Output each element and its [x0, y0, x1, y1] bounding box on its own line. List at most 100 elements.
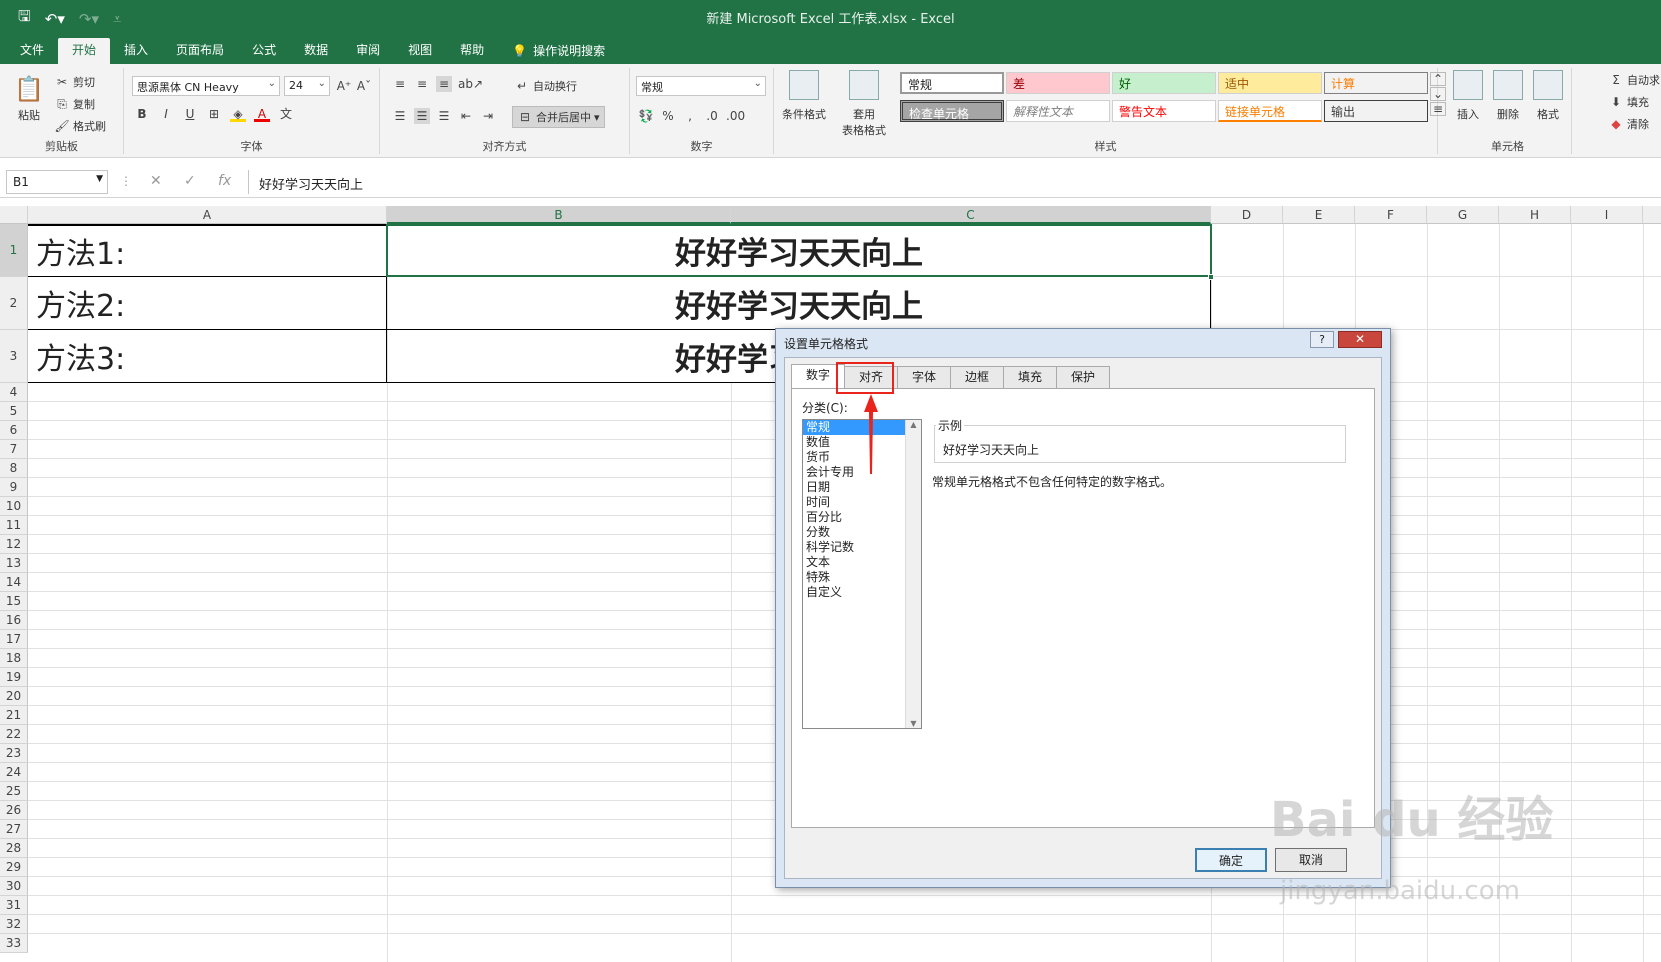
help-button[interactable]: ?	[1310, 331, 1334, 348]
decrease-font-button[interactable]: Aˇ	[356, 78, 372, 94]
fill-button[interactable]: ⬇ 填充	[1608, 94, 1649, 110]
category-item[interactable]: 常规	[803, 420, 905, 435]
tab-home[interactable]: 开始	[58, 38, 111, 64]
tab-border[interactable]: 边框	[950, 366, 1004, 388]
row-header-3[interactable]: 3	[0, 330, 28, 383]
function-icon[interactable]: fx	[218, 173, 231, 189]
row-header-11[interactable]: 11	[0, 516, 28, 535]
style-bad[interactable]: 差	[1006, 72, 1110, 94]
row-header-1[interactable]: 1	[0, 224, 28, 277]
cut-button[interactable]: ✂ 剪切	[54, 74, 95, 90]
tab-protection[interactable]: 保护	[1056, 366, 1110, 388]
row-header-10[interactable]: 10	[0, 497, 28, 516]
row-header-16[interactable]: 16	[0, 611, 28, 630]
row-header-27[interactable]: 27	[0, 820, 28, 839]
row-header-25[interactable]: 25	[0, 782, 28, 801]
row-header-6[interactable]: 6	[0, 421, 28, 440]
category-item[interactable]: 分数	[803, 525, 921, 540]
align-middle-icon[interactable]: ≡	[414, 76, 430, 92]
conditional-format-button[interactable]: 条件格式	[778, 70, 830, 122]
format-cells-button[interactable]: 格式	[1530, 70, 1566, 122]
tell-me-search[interactable]: 💡 操作说明搜索	[498, 38, 619, 64]
category-item[interactable]: 科学记数	[803, 540, 921, 555]
tab-file[interactable]: 文件	[6, 38, 58, 64]
increase-decimal-icon[interactable]: .0	[704, 108, 720, 124]
column-header-e[interactable]: E	[1283, 206, 1355, 224]
row-header-17[interactable]: 17	[0, 630, 28, 649]
enter-icon[interactable]: ✓	[184, 173, 196, 189]
row-header-2[interactable]: 2	[0, 277, 28, 330]
style-normal[interactable]: 常规	[900, 72, 1004, 94]
row-header-24[interactable]: 24	[0, 763, 28, 782]
category-item[interactable]: 数值	[803, 435, 921, 450]
ok-button[interactable]: 确定	[1195, 848, 1267, 872]
currency-icon[interactable]: 💱	[638, 108, 654, 124]
category-item[interactable]: 特殊	[803, 570, 921, 585]
row-header-31[interactable]: 31	[0, 896, 28, 915]
category-item[interactable]: 货币	[803, 450, 921, 465]
tab-font[interactable]: 字体	[897, 366, 951, 388]
align-center-icon[interactable]: ☰	[414, 108, 430, 124]
style-explanatory[interactable]: 解释性文本	[1006, 100, 1110, 122]
row-header-8[interactable]: 8	[0, 459, 28, 478]
wrap-text-button[interactable]: ↵ 自动换行	[514, 78, 577, 94]
row-header-14[interactable]: 14	[0, 573, 28, 592]
column-header-b[interactable]: B	[387, 206, 731, 224]
category-list[interactable]: 常规 数值 货币 会计专用 日期 时间 百分比 分数 科学记数 文本 特殊 自定…	[802, 419, 922, 729]
delete-cells-button[interactable]: 删除	[1490, 70, 1526, 122]
category-item[interactable]: 百分比	[803, 510, 921, 525]
style-neutral[interactable]: 适中	[1218, 72, 1322, 94]
tab-review[interactable]: 审阅	[342, 38, 394, 64]
row-header-5[interactable]: 5	[0, 402, 28, 421]
align-left-icon[interactable]: ☰	[392, 108, 408, 124]
row-header-18[interactable]: 18	[0, 649, 28, 668]
category-item[interactable]: 自定义	[803, 585, 921, 600]
row-header-7[interactable]: 7	[0, 440, 28, 459]
number-format-select[interactable]: 常规 ⌄	[636, 76, 766, 96]
tab-formulas[interactable]: 公式	[238, 38, 290, 64]
column-header-f[interactable]: F	[1355, 206, 1427, 224]
column-header-c[interactable]: C	[731, 206, 1211, 224]
increase-font-button[interactable]: A⁺	[336, 78, 352, 94]
font-color-icon[interactable]: A	[254, 106, 270, 122]
style-linked-cell[interactable]: 链接单元格	[1218, 100, 1322, 122]
bold-icon[interactable]: B	[134, 106, 150, 122]
column-header-i[interactable]: I	[1571, 206, 1643, 224]
cancel-icon[interactable]: ✕	[150, 173, 162, 189]
row-header-26[interactable]: 26	[0, 801, 28, 820]
align-top-icon[interactable]: ≡	[392, 76, 408, 92]
row-header-20[interactable]: 20	[0, 687, 28, 706]
name-box[interactable]: B1 ▼	[6, 170, 108, 194]
underline-icon[interactable]: U	[182, 106, 198, 122]
style-good[interactable]: 好	[1112, 72, 1216, 94]
orientation-icon[interactable]: ab↗	[458, 76, 483, 92]
cell-b2[interactable]: 好好学习天天向上	[387, 277, 1211, 329]
cell-a2[interactable]: 方法2:	[28, 277, 386, 329]
decrease-indent-icon[interactable]: ⇤	[458, 108, 474, 124]
phonetic-icon[interactable]: 文	[278, 106, 294, 122]
font-name-select[interactable]: 思源黑体 CN Heavy ⌄	[132, 76, 280, 96]
row-header-4[interactable]: 4	[0, 383, 28, 402]
format-as-table-button[interactable]: 套用 表格格式	[836, 70, 892, 138]
row-header-23[interactable]: 23	[0, 744, 28, 763]
comma-icon[interactable]: ,	[682, 108, 698, 124]
column-header-g[interactable]: G	[1427, 206, 1499, 224]
close-button[interactable]: ✕	[1338, 331, 1382, 348]
border-icon[interactable]: ⊞	[206, 106, 222, 122]
row-header-19[interactable]: 19	[0, 668, 28, 687]
style-output[interactable]: 输出	[1324, 100, 1428, 122]
row-header-13[interactable]: 13	[0, 554, 28, 573]
italic-icon[interactable]: I	[158, 106, 174, 122]
font-size-select[interactable]: 24 ⌄	[284, 76, 330, 96]
align-right-icon[interactable]: ☰	[436, 108, 452, 124]
style-check-cell[interactable]: 检查单元格	[900, 100, 1004, 122]
select-all-corner[interactable]	[0, 206, 28, 224]
tab-page-layout[interactable]: 页面布局	[162, 38, 238, 64]
row-header-9[interactable]: 9	[0, 478, 28, 497]
row-header-12[interactable]: 12	[0, 535, 28, 554]
copy-button[interactable]: ⎘ 复制	[54, 96, 95, 112]
tab-data[interactable]: 数据	[290, 38, 342, 64]
row-header-28[interactable]: 28	[0, 839, 28, 858]
tab-help[interactable]: 帮助	[446, 38, 498, 64]
style-warning[interactable]: 警告文本	[1112, 100, 1216, 122]
